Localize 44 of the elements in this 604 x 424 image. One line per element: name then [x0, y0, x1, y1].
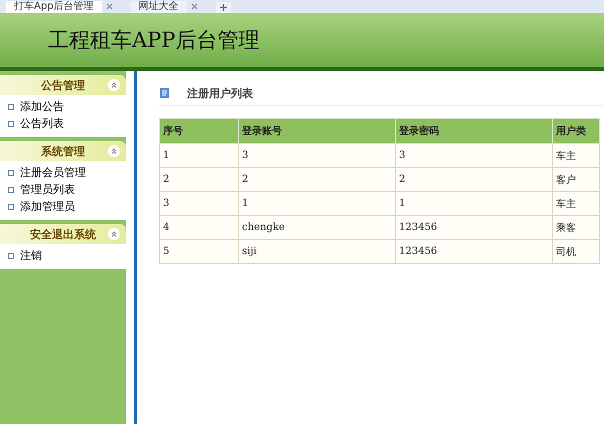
table-cell: 车主 — [552, 192, 600, 216]
group-header[interactable]: 系统管理 — [0, 141, 126, 161]
table-cell: 客户 — [552, 168, 600, 192]
sidebar-link[interactable]: 注册会员管理 — [0, 164, 126, 181]
column-header: 用户类 — [552, 118, 600, 144]
collapse-icon[interactable] — [108, 145, 120, 157]
column-header: 登录密码 — [396, 118, 552, 144]
column-header: 序号 — [160, 118, 238, 144]
table-cell: 3 — [160, 192, 238, 216]
sidebar-link[interactable]: 添加管理员 — [0, 198, 126, 215]
close-icon[interactable] — [190, 3, 198, 10]
section-title: 注册用户列表 — [187, 86, 253, 100]
sidebar-link[interactable]: 管理员列表 — [0, 181, 126, 198]
table-cell: 1 — [238, 192, 396, 216]
table-cell: 2 — [238, 168, 396, 192]
table-cell: chengke — [238, 216, 396, 240]
table-cell: 1 — [396, 192, 552, 216]
browser-tab[interactable]: 网址大全 — [130, 1, 187, 13]
table-cell: 4 — [160, 216, 238, 240]
new-tab-button[interactable] — [216, 2, 231, 13]
table-cell: 123456 — [396, 240, 552, 264]
plus-icon — [220, 4, 227, 11]
table-cell: 车主 — [552, 144, 600, 168]
group-header[interactable]: 公告管理 — [0, 75, 126, 95]
group-header[interactable]: 安全退出系统 — [0, 224, 126, 244]
collapse-icon[interactable] — [108, 79, 120, 91]
collapse-icon[interactable] — [108, 228, 120, 240]
table-cell: 2 — [396, 168, 552, 192]
table-cell: 乘客 — [552, 216, 600, 240]
document-icon — [159, 87, 171, 99]
column-header: 登录账号 — [238, 118, 396, 144]
table-cell: 2 — [160, 168, 238, 192]
sidebar-link[interactable]: 添加公告 — [0, 98, 126, 115]
table-cell: 3 — [238, 144, 396, 168]
table-cell: siji — [238, 240, 396, 264]
app-title: 工程租车APP后台管理 — [48, 27, 260, 54]
sidebar-link[interactable]: 公告列表 — [0, 115, 126, 132]
browser-tab[interactable]: 打车App后台管理 — [6, 1, 102, 13]
table-cell: 3 — [396, 144, 552, 168]
table-cell: 1 — [160, 144, 238, 168]
table-cell: 5 — [160, 240, 238, 264]
table-cell: 123456 — [396, 216, 552, 240]
table-cell: 司机 — [552, 240, 600, 264]
close-icon[interactable] — [106, 3, 113, 10]
